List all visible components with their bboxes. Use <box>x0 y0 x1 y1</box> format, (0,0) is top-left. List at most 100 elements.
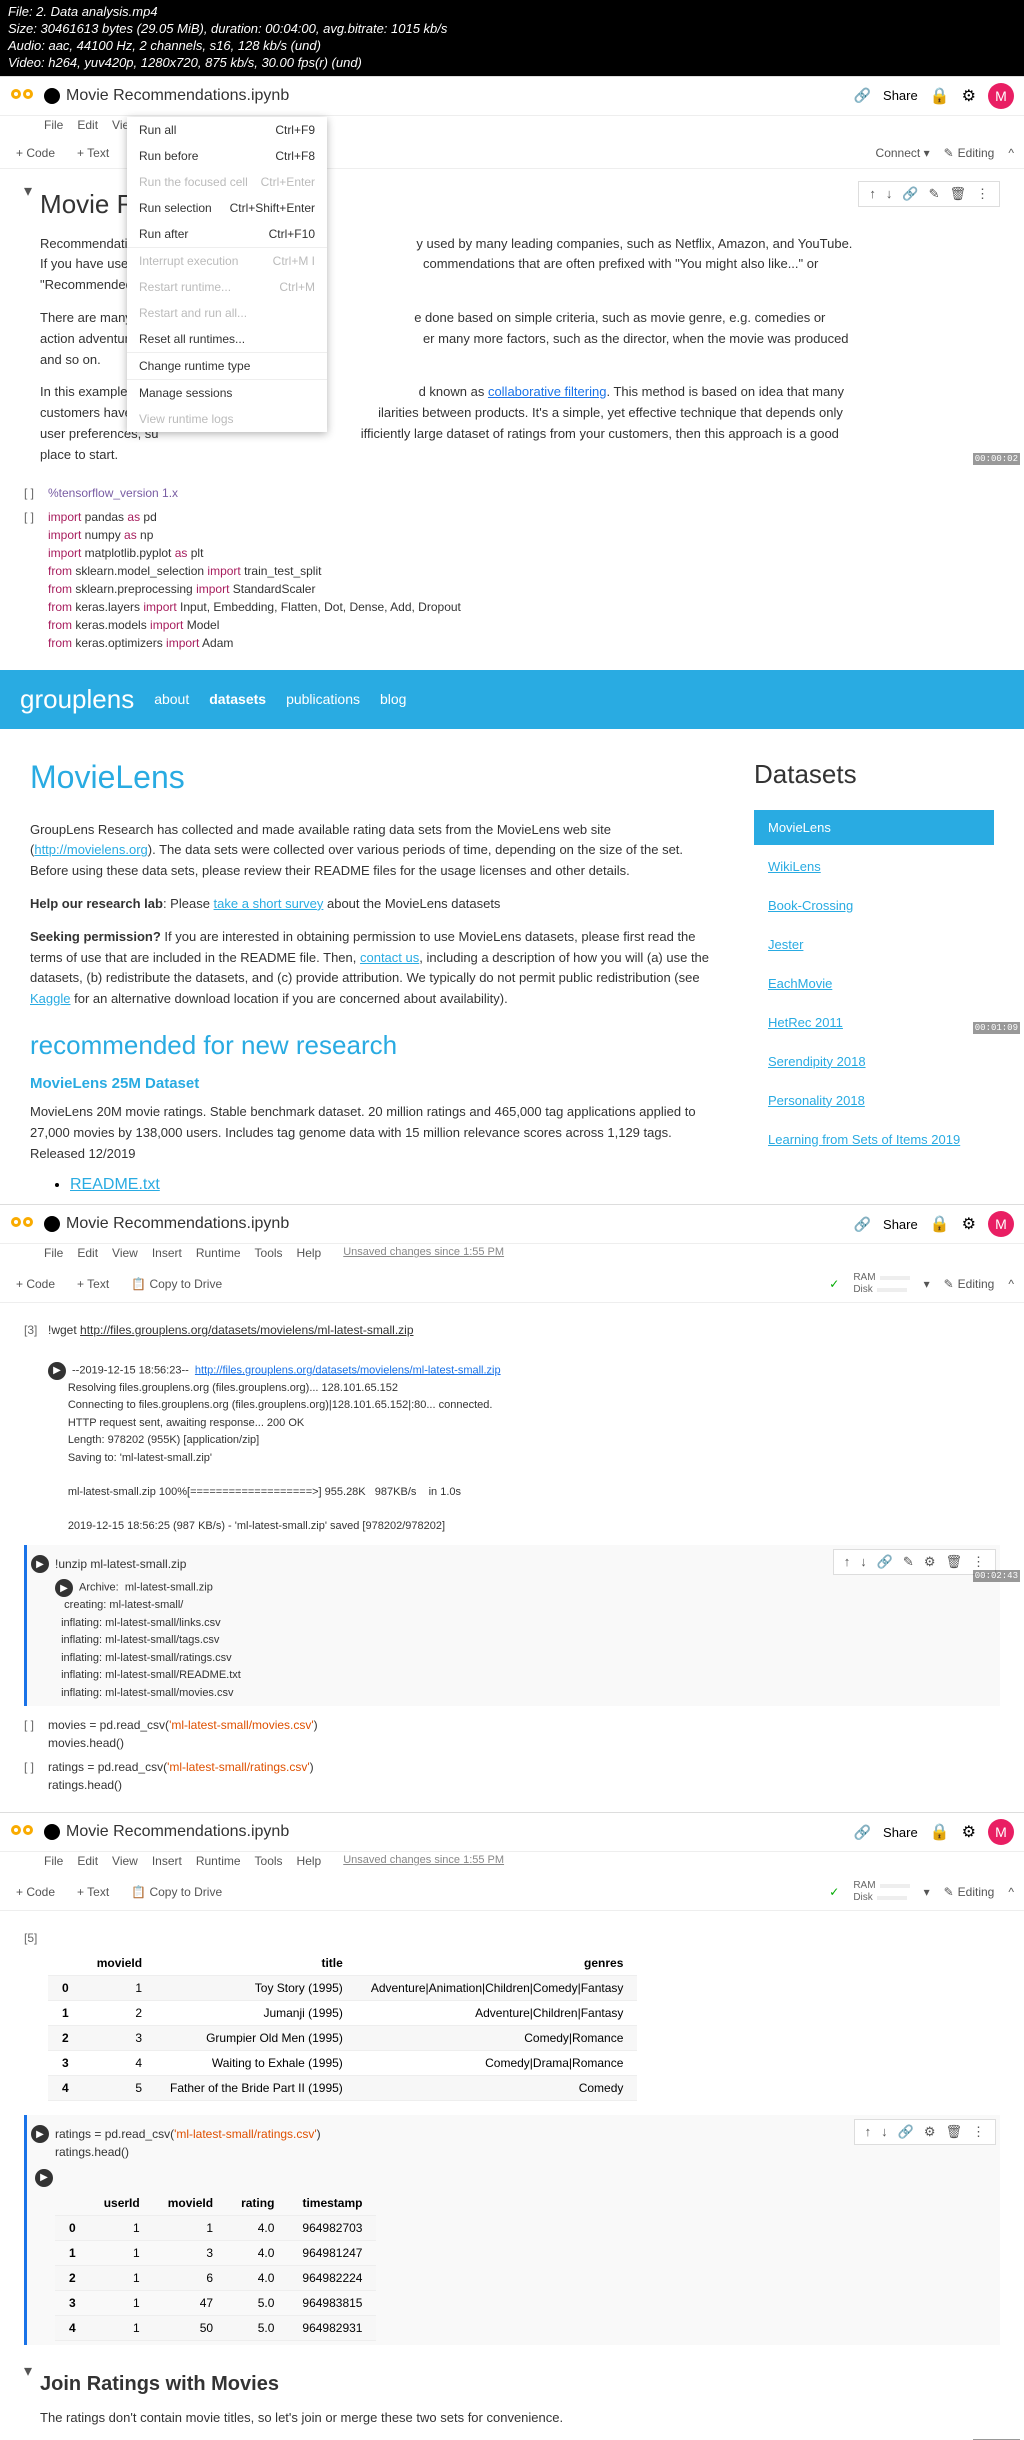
ram-disk-indicator[interactable]: RAM Disk <box>853 1880 909 1904</box>
menu-file[interactable]: File <box>44 1854 63 1868</box>
move-up-icon[interactable]: ↑ <box>844 1554 851 1570</box>
editing-mode[interactable]: ✎ Editing <box>944 1885 995 1899</box>
menu-edit[interactable]: Edit <box>77 1854 98 1868</box>
share-button[interactable]: Share <box>883 1217 918 1232</box>
menu-tools[interactable]: Tools <box>255 1246 283 1260</box>
run-icon[interactable]: ▶ <box>48 1362 66 1380</box>
notebook-title[interactable]: Movie Recommendations.ipynb <box>66 1215 854 1233</box>
cell-link-icon[interactable]: 🔗 <box>898 2124 914 2140</box>
wget-cell[interactable]: [3] !wget http://files.grouplens.org/dat… <box>24 1321 1000 1339</box>
collapse-icon[interactable]: ^ <box>1008 146 1014 160</box>
share-button[interactable]: Share <box>883 1825 918 1840</box>
side-eachmovie[interactable]: EachMovie <box>754 966 994 1001</box>
collapse-icon[interactable]: ^ <box>1008 1277 1014 1291</box>
run-after[interactable]: Run afterCtrl+F10 <box>127 221 327 247</box>
cell-gear-icon[interactable]: ⚙ <box>924 1554 936 1570</box>
contact-link[interactable]: contact us <box>360 950 419 965</box>
kaggle-link[interactable]: Kaggle <box>30 991 70 1006</box>
expand-caret-icon[interactable]: ▾ <box>24 181 32 478</box>
share-button[interactable]: Share <box>883 88 918 103</box>
add-code-button[interactable]: + Code <box>10 1275 61 1293</box>
menu-insert[interactable]: Insert <box>152 1246 182 1260</box>
lock-icon[interactable]: 🔒 <box>930 1822 950 1842</box>
move-up-icon[interactable]: ↑ <box>865 2124 872 2140</box>
collapse-icon[interactable]: ^ <box>1008 1885 1014 1899</box>
side-book-crossing[interactable]: Book-Crossing <box>754 888 994 923</box>
add-code-button[interactable]: + Code <box>10 1883 61 1901</box>
menu-edit[interactable]: Edit <box>77 1246 98 1260</box>
menu-file[interactable]: File <box>44 1246 63 1260</box>
side-learning-sets[interactable]: Learning from Sets of Items 2019 <box>754 1122 994 1157</box>
avatar[interactable]: M <box>988 1211 1014 1237</box>
change-runtime[interactable]: Change runtime type <box>127 353 327 379</box>
copy-to-drive-button[interactable]: 📋 Copy to Drive <box>125 1883 228 1901</box>
link-icon[interactable]: 🔗 <box>854 1824 871 1841</box>
lock-icon[interactable]: 🔒 <box>930 86 950 106</box>
side-jester[interactable]: Jester <box>754 927 994 962</box>
copy-to-drive-button[interactable]: 📋 Copy to Drive <box>125 1275 228 1293</box>
move-down-icon[interactable]: ↓ <box>881 2124 888 2140</box>
cell-comment-icon[interactable]: ✎ <box>903 1554 914 1570</box>
unsaved-changes[interactable]: Unsaved changes since 1:55 PM <box>343 1854 504 1868</box>
move-up-icon[interactable]: ↑ <box>869 186 876 202</box>
add-text-button[interactable]: + Text <box>71 1275 115 1293</box>
notebook-title[interactable]: Movie Recommendations.ipynb <box>66 87 854 105</box>
editing-mode[interactable]: ✎ Editing <box>944 1277 995 1291</box>
side-serendipity[interactable]: Serendipity 2018 <box>754 1044 994 1079</box>
output-icon[interactable]: ▶ <box>35 2169 53 2187</box>
expand-caret-icon[interactable]: ▾ <box>24 2361 32 2440</box>
menu-runtime[interactable]: Runtime <box>196 1246 241 1260</box>
notebook-title[interactable]: Movie Recommendations.ipynb <box>66 1823 854 1841</box>
reset-all[interactable]: Reset all runtimes... <box>127 326 327 352</box>
side-movielens[interactable]: MovieLens <box>754 810 994 845</box>
nav-blog[interactable]: blog <box>380 691 406 707</box>
avatar[interactable]: M <box>988 83 1014 109</box>
lock-icon[interactable]: 🔒 <box>930 1214 950 1234</box>
collaborative-filtering-link[interactable]: collaborative filtering <box>488 384 607 399</box>
add-text-button[interactable]: + Text <box>71 144 115 162</box>
cell-link-icon[interactable]: 🔗 <box>902 186 918 202</box>
menu-view[interactable]: View <box>112 1246 138 1260</box>
add-code-button[interactable]: + Code <box>10 144 61 162</box>
side-personality[interactable]: Personality 2018 <box>754 1083 994 1118</box>
cell-link-icon[interactable]: 🔗 <box>877 1554 893 1570</box>
menu-view[interactable]: View <box>112 1854 138 1868</box>
code-cell-imports[interactable]: [ ] import pandas as pdimport numpy as n… <box>24 508 1000 652</box>
manage-sessions[interactable]: Manage sessions <box>127 380 327 406</box>
ratings-code-cell[interactable]: ▶ ratings = pd.read_csv('ml-latest-small… <box>31 2125 854 2161</box>
readme-link[interactable]: README.txt <box>70 1176 160 1193</box>
nav-publications[interactable]: publications <box>286 691 360 707</box>
move-down-icon[interactable]: ↓ <box>860 1554 867 1570</box>
grouplens-logo[interactable]: grouplens <box>20 684 134 715</box>
nav-datasets[interactable]: datasets <box>209 691 266 707</box>
ram-disk-indicator[interactable]: RAM Disk <box>853 1272 909 1296</box>
cell-delete-icon[interactable]: 🗑 <box>949 186 966 202</box>
movies-read-cell[interactable]: [ ] movies = pd.read_csv('ml-latest-smal… <box>24 1716 1000 1752</box>
run-selection[interactable]: Run selectionCtrl+Shift+Enter <box>127 195 327 221</box>
link-icon[interactable]: 🔗 <box>854 1216 871 1233</box>
run-before[interactable]: Run beforeCtrl+F8 <box>127 143 327 169</box>
unzip-cell[interactable]: ▶ !unzip ml-latest-small.zip <box>31 1555 833 1573</box>
gear-icon[interactable]: ⚙ <box>962 86 976 106</box>
survey-link[interactable]: take a short survey <box>214 896 324 911</box>
ratings-read-cell[interactable]: [ ] ratings = pd.read_csv('ml-latest-sma… <box>24 1758 1000 1794</box>
menu-file[interactable]: File <box>44 118 63 132</box>
gear-icon[interactable]: ⚙ <box>962 1822 976 1842</box>
nav-about[interactable]: about <box>154 691 189 707</box>
side-hetrec[interactable]: HetRec 2011 <box>754 1005 994 1040</box>
move-down-icon[interactable]: ↓ <box>886 186 893 202</box>
cell-more-icon[interactable]: ⋮ <box>972 2124 985 2140</box>
editing-mode[interactable]: ✎ Editing <box>944 146 995 160</box>
code-cell-magic[interactable]: [ ] %tensorflow_version 1.x <box>24 484 1000 502</box>
menu-help[interactable]: Help <box>297 1246 322 1260</box>
cell-edit-icon[interactable]: ✎ <box>929 186 940 202</box>
gear-icon[interactable]: ⚙ <box>962 1214 976 1234</box>
run-icon[interactable]: ▶ <box>31 1555 49 1573</box>
movielens-org-link[interactable]: http://movielens.org <box>34 842 147 857</box>
side-wikilens[interactable]: WikiLens <box>754 849 994 884</box>
run-all[interactable]: Run allCtrl+F9 <box>127 117 327 143</box>
cell-delete-icon[interactable]: 🗑 <box>945 2124 962 2140</box>
avatar[interactable]: M <box>988 1819 1014 1845</box>
cell-delete-icon[interactable]: 🗑 <box>945 1554 962 1570</box>
menu-edit[interactable]: Edit <box>77 118 98 132</box>
